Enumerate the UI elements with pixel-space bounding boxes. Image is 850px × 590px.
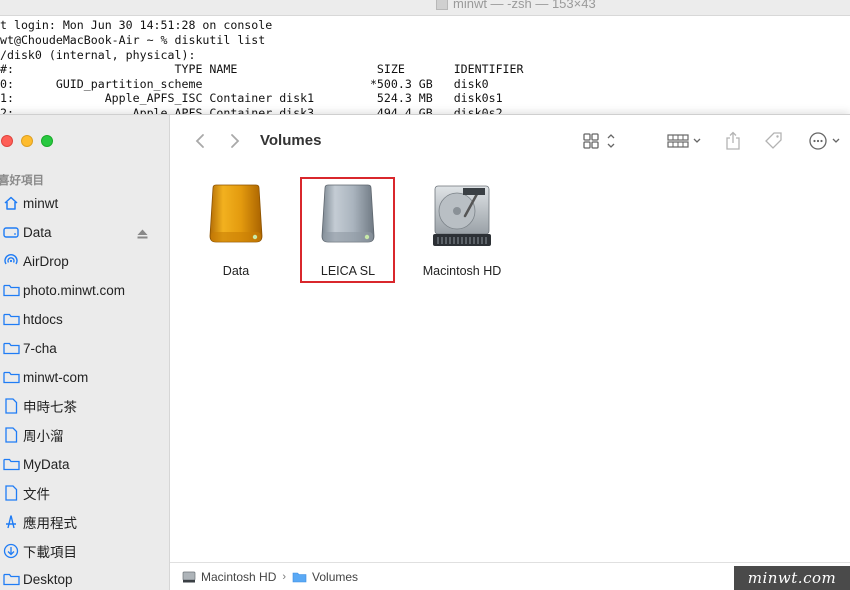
document-icon [2, 426, 20, 444]
airdrop-icon [2, 252, 20, 270]
orange-drive-icon [186, 184, 286, 254]
zoom-button[interactable] [41, 135, 53, 147]
terminal-line: #: TYPE NAME SIZE IDENTIFIER [0, 62, 524, 76]
path-segment-label: Volumes [312, 570, 359, 584]
chevron-right-icon: › [282, 571, 287, 583]
sidebar-item-minwt[interactable]: minwt [0, 190, 170, 216]
hard-disk-icon [412, 184, 512, 254]
folder-icon [292, 572, 307, 583]
sidebar-item-documents[interactable]: 文件 [0, 480, 170, 506]
sidebar-item-label: htdocs [23, 311, 63, 327]
sidebar-section-favorites: 喜好項目 [0, 175, 44, 187]
finder-window: 喜好項目 minwt Data AirDrop photo.minwt.com … [0, 114, 850, 590]
share-icon [726, 131, 740, 150]
group-button[interactable] [664, 131, 706, 151]
more-actions-button[interactable] [806, 131, 846, 151]
back-button[interactable] [190, 131, 210, 151]
terminal-line: wt@ChoudeMacBook-Air ~ % diskutil list [0, 33, 266, 47]
tag-icon [765, 132, 782, 149]
download-icon [2, 542, 20, 560]
volume-label: LEICA SL [320, 264, 376, 278]
sidebar-item-label: MyData [23, 456, 70, 472]
window-title: Volumes [260, 132, 322, 149]
forward-button[interactable] [225, 131, 245, 151]
sidebar-item-airdrop[interactable]: AirDrop [0, 248, 170, 274]
apps-icon [2, 513, 20, 531]
sidebar-item-label: 7-cha [23, 340, 57, 356]
path-segment-volumes[interactable]: Volumes [292, 570, 358, 584]
sidebar-item-applications[interactable]: 應用程式 [0, 509, 170, 535]
folder-icon [2, 455, 20, 473]
sidebar-item-zhou-xiaoliu[interactable]: 周小溜 [0, 422, 170, 448]
home-icon [2, 194, 20, 212]
sidebar-item-label: 申時七茶 [23, 400, 77, 415]
path-segment-label: Macintosh HD [201, 570, 277, 584]
folder-icon [2, 339, 20, 357]
close-button[interactable] [1, 135, 13, 147]
ellipsis-circle-icon [809, 132, 840, 150]
grid-view-icon [583, 133, 615, 149]
hard-disk-icon [182, 571, 196, 583]
sidebar-item-7-cha[interactable]: 7-cha [0, 335, 170, 361]
terminal-line: 1: Apple_APFS_ISC Container disk1 524.3 … [0, 91, 503, 105]
sidebar-item-desktop[interactable]: Desktop [0, 566, 170, 590]
folder-icon [2, 281, 20, 299]
volume-item-macintosh-hd[interactable]: Macintosh HD [412, 184, 512, 278]
silver-drive-icon [298, 184, 398, 254]
group-icon [667, 134, 701, 148]
volume-item-leica-sl[interactable]: LEICA SL [298, 184, 398, 278]
sidebar-item-mydata[interactable]: MyData [0, 451, 170, 477]
sidebar-item-shenshi-qicha[interactable]: 申時七茶 [0, 393, 170, 419]
minimize-button[interactable] [21, 135, 33, 147]
file-browser-content: Data LEICA SL Macintosh HD [170, 167, 850, 562]
sidebar: 喜好項目 minwt Data AirDrop photo.minwt.com … [0, 115, 170, 590]
terminal-title: minwt — -zsh — 153×43 [436, 0, 596, 11]
sidebar-item-label: 應用程式 [23, 516, 77, 531]
folder-icon [2, 570, 20, 588]
terminal-titlebar: minwt — -zsh — 153×43 [0, 0, 850, 16]
chevron-left-icon [195, 134, 204, 148]
share-button[interactable] [722, 129, 744, 153]
terminal-line: 0: GUID_partition_scheme *500.3 GB disk0 [0, 77, 489, 91]
sidebar-item-label: Desktop [23, 571, 73, 587]
document-icon [436, 0, 448, 10]
terminal-window: minwt — -zsh — 153×43 t login: Mon Jun 3… [0, 0, 850, 130]
folder-icon [2, 368, 20, 386]
path-segment-macintosh-hd[interactable]: Macintosh HD [182, 570, 276, 584]
volume-item-data[interactable]: Data [186, 184, 286, 278]
sidebar-item-label: minwt-com [23, 369, 89, 385]
sidebar-item-label: AirDrop [23, 253, 69, 269]
sidebar-item-label: minwt [23, 195, 59, 211]
document-icon [2, 397, 20, 415]
volume-label: Macintosh HD [422, 264, 502, 278]
watermark: minwt.com [734, 566, 850, 590]
view-icons-button[interactable] [580, 131, 620, 151]
chevron-right-icon [231, 134, 240, 148]
terminal-line: /disk0 (internal, physical): [0, 48, 196, 62]
folder-icon [2, 310, 20, 328]
sidebar-item-minwt-com[interactable]: minwt-com [0, 364, 170, 390]
finder-toolbar: Volumes [170, 115, 850, 167]
sidebar-item-label: 周小溜 [23, 429, 64, 444]
terminal-title-text: minwt — -zsh — 153×43 [453, 0, 596, 11]
sidebar-item-photo-minwt-com[interactable]: photo.minwt.com [0, 277, 170, 303]
document-icon [2, 484, 20, 502]
sidebar-item-htdocs[interactable]: htdocs [0, 306, 170, 332]
sidebar-item-label: 下載項目 [23, 545, 77, 560]
sidebar-item-downloads[interactable]: 下載項目 [0, 538, 170, 564]
sidebar-item-label: photo.minwt.com [23, 282, 126, 298]
sidebar-item-data[interactable]: Data [0, 219, 170, 245]
sidebar-item-label: 文件 [23, 487, 50, 502]
sidebar-item-label: Data [23, 224, 52, 240]
eject-icon[interactable] [137, 227, 148, 242]
tags-button[interactable] [762, 130, 786, 152]
terminal-line: t login: Mon Jun 30 14:51:28 on console [0, 18, 273, 32]
volume-label: Data [222, 264, 250, 278]
drive-icon [2, 223, 20, 241]
